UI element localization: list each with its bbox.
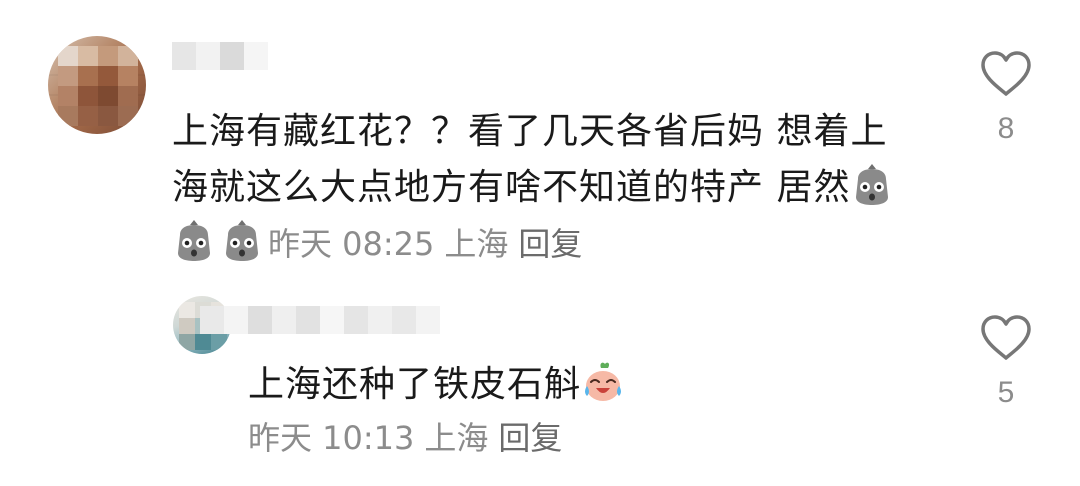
username-redacted[interactable] [200, 306, 440, 334]
shocked-face-emoji [178, 220, 210, 261]
reply-button[interactable]: 回复 [518, 225, 582, 263]
comment-text: 上海还种了铁皮石斛 [248, 364, 582, 405]
comment-text: 上海有藏红花？？看了几天各省后妈 想着上海就这么大点地方有啥不知道的特产 居然 [172, 111, 888, 208]
comment-meta: 昨天 10:13 上海 回复 [248, 418, 572, 458]
shocked-face-emoji [226, 220, 258, 261]
comment-meta: 昨天 08:25 上海 回复 [268, 225, 592, 263]
heart-outline-icon[interactable] [979, 314, 1033, 362]
comment-body: 上海有藏红花？？看了几天各省后妈 想着上海就这么大点地方有啥不知道的特产 居然昨… [172, 104, 912, 272]
comment-time: 昨天 10:13 [248, 419, 415, 457]
avatar[interactable] [48, 36, 146, 134]
heart-outline-icon[interactable] [979, 50, 1033, 98]
like-count: 5 [997, 376, 1015, 409]
like-count: 8 [997, 112, 1015, 145]
reply-button[interactable]: 回复 [498, 419, 562, 457]
like-control[interactable]: 5 [976, 314, 1036, 410]
shocked-face-emoji [856, 164, 889, 205]
crying-laughing-emoji [585, 362, 622, 401]
comment-location: 上海 [444, 225, 509, 263]
username-redacted[interactable] [172, 42, 268, 70]
comment-location: 上海 [424, 419, 489, 457]
comment-body: 上海还种了铁皮石斛 [248, 357, 768, 413]
comment-time: 昨天 08:25 [268, 225, 435, 263]
like-control[interactable]: 8 [976, 50, 1036, 146]
